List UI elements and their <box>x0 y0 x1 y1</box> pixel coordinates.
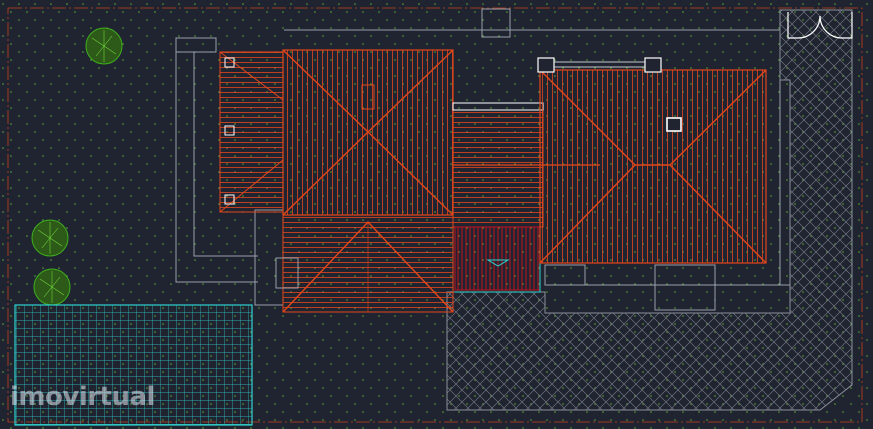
roof-main-east <box>537 57 767 264</box>
roof-west-wing <box>219 51 284 213</box>
roof-accent-red <box>454 226 541 293</box>
watermark-logo: imovirtual <box>10 382 155 412</box>
roof-main-left <box>282 49 454 216</box>
roof-south-wing <box>275 214 454 313</box>
floor-plan-drawing <box>0 0 873 429</box>
